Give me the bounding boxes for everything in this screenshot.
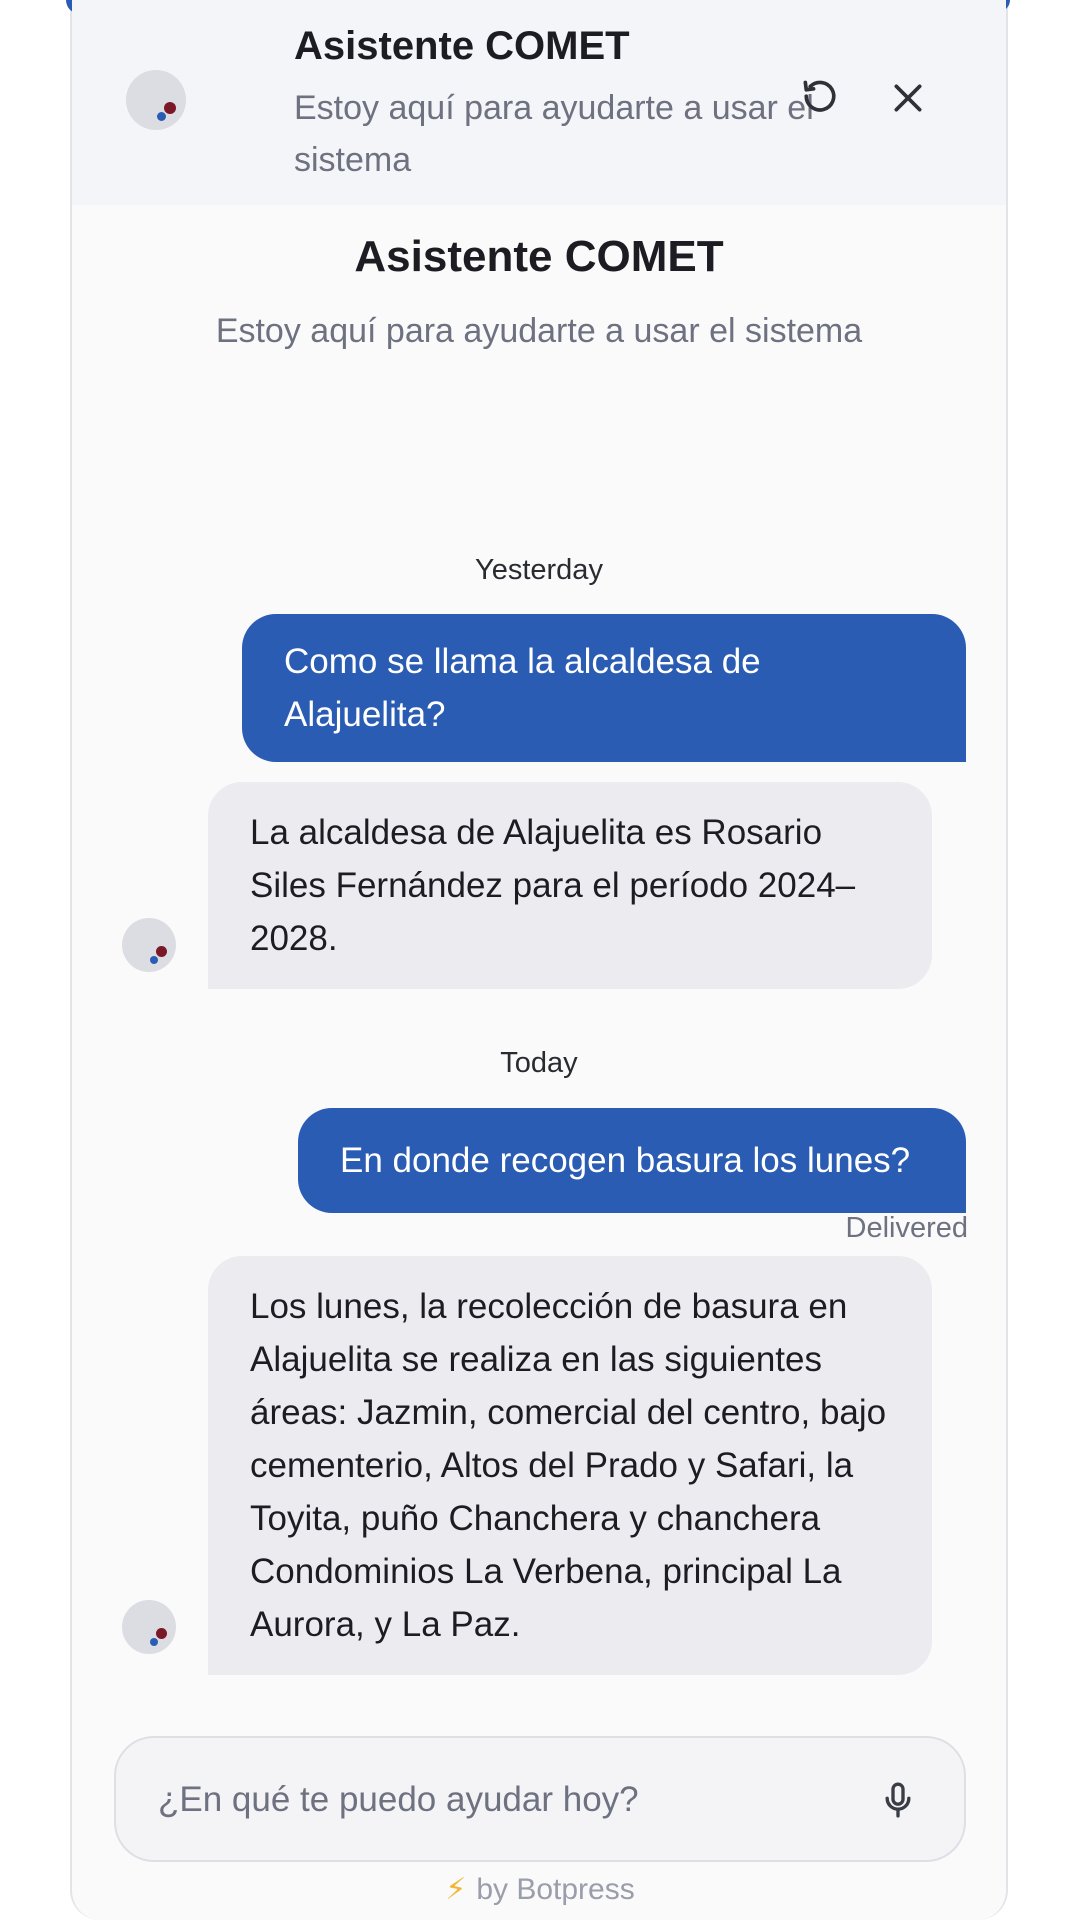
refresh-icon (803, 80, 836, 112)
intro-subtitle: Estoy aquí para ayudarte a usar el siste… (215, 312, 863, 350)
bot-message: La alcaldesa de Alajuelita es Rosario Si… (208, 782, 932, 989)
bot-message-text: Los lunes, la recolección de basura en A… (250, 1287, 887, 1644)
intro-title: Asistente COMET (354, 232, 724, 281)
microphone-icon (885, 1782, 911, 1818)
user-message: En donde recogen basura los lunes? (298, 1108, 966, 1213)
powered-by-label: by Botpress (476, 1873, 635, 1906)
header-subtitle: Estoy aquí para ayudarte a usar el siste… (294, 89, 814, 179)
avatar-dot-blue (150, 1638, 158, 1646)
avatar-dot-red (164, 102, 176, 114)
avatar-dot-red (156, 1628, 167, 1639)
close-icon (894, 84, 922, 112)
user-message: Como se llama la alcaldesa de Alajuelita… (242, 614, 966, 762)
avatar-dot-blue (150, 956, 158, 964)
day-separator-today: Today (500, 1047, 578, 1079)
microphone-button[interactable] (868, 1770, 928, 1830)
day-separator-yesterday: Yesterday (475, 554, 603, 586)
avatar-dot-red (156, 946, 167, 957)
message-input[interactable] (156, 1768, 840, 1832)
delivery-status: Delivered (845, 1212, 969, 1244)
avatar-dot-blue (157, 112, 166, 121)
bot-message: Los lunes, la recolección de basura en A… (208, 1256, 932, 1675)
message-composer (114, 1736, 966, 1862)
user-message-text: Como se llama la alcaldesa de Alajuelita… (284, 642, 761, 734)
close-button[interactable] (878, 68, 938, 128)
bot-message-avatar (122, 918, 176, 972)
bot-message-text: La alcaldesa de Alajuelita es Rosario Si… (250, 813, 856, 958)
bot-message-avatar (122, 1600, 176, 1654)
chat-header: Asistente COMET Estoy aquí para ayudarte… (72, 0, 1006, 205)
lightning-bolt-icon: ⚡ (445, 1873, 467, 1906)
header-title: Asistente COMET (294, 24, 630, 68)
powered-by-footer[interactable]: ⚡ by Botpress (0, 1872, 1080, 1907)
refresh-button[interactable] (790, 68, 850, 128)
bot-avatar (126, 70, 186, 130)
user-message-text: En donde recogen basura los lunes? (340, 1141, 911, 1180)
